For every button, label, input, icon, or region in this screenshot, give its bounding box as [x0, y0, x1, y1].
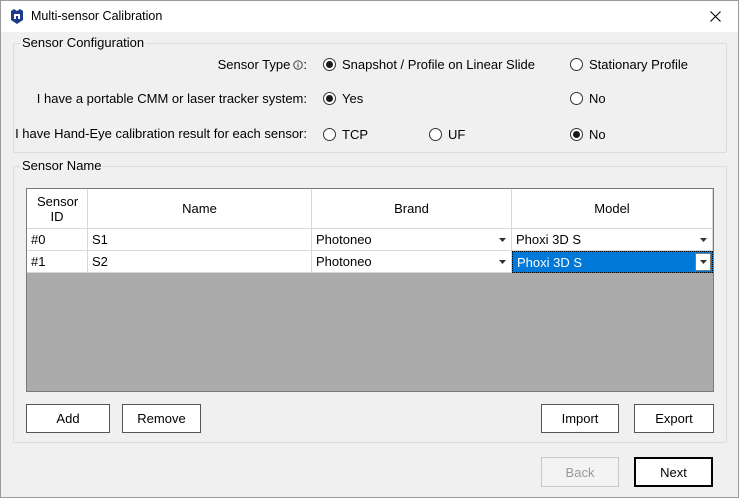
cell-sensor-id[interactable]: #0	[27, 229, 88, 251]
hand-eye-label: I have Hand-Eye calibration result for e…	[15, 126, 307, 141]
radio-indicator[interactable]	[570, 92, 583, 105]
import-button[interactable]: Import	[541, 404, 619, 433]
chevron-down-icon[interactable]	[494, 230, 510, 249]
radio-cmm-no[interactable]: No	[570, 91, 606, 106]
cell-sensor-id[interactable]: #1	[27, 251, 88, 273]
radio-hand-eye-uf[interactable]: UF	[429, 127, 465, 142]
cell-model-combo[interactable]: Phoxi 3D S	[512, 229, 713, 251]
chevron-down-icon[interactable]	[695, 253, 711, 271]
sensor-name-legend: Sensor Name	[20, 158, 104, 173]
radio-indicator-checked[interactable]	[323, 92, 336, 105]
radio-indicator[interactable]	[570, 58, 583, 71]
radio-hand-eye-no[interactable]: No	[570, 127, 606, 142]
column-header-name[interactable]: Name	[88, 189, 312, 229]
export-button[interactable]: Export	[634, 404, 714, 433]
radio-snapshot-profile-linear-slide[interactable]: Snapshot / Profile on Linear Slide	[323, 57, 535, 72]
radio-cmm-yes[interactable]: Yes	[323, 91, 363, 106]
sensor-configuration-legend: Sensor Configuration	[20, 35, 147, 50]
radio-indicator-checked[interactable]	[570, 128, 583, 141]
radio-indicator[interactable]	[323, 128, 336, 141]
back-button[interactable]: Back	[541, 457, 619, 487]
remove-button[interactable]: Remove	[122, 404, 201, 433]
dialog-window: Multi-sensor Calibration Sensor Configur…	[0, 0, 739, 498]
column-header-model[interactable]: Model	[512, 189, 713, 229]
column-header-brand[interactable]: Brand	[312, 189, 512, 229]
window-title: Multi-sensor Calibration	[31, 9, 163, 23]
table-row[interactable]: #0 S1 Photoneo Phoxi 3D S	[27, 229, 713, 251]
cell-name[interactable]: S1	[88, 229, 312, 251]
app-logo-icon	[11, 9, 23, 24]
radio-indicator[interactable]	[429, 128, 442, 141]
radio-stationary-profile[interactable]: Stationary Profile	[570, 57, 688, 72]
radio-indicator-checked[interactable]	[323, 58, 336, 71]
chevron-down-icon[interactable]	[494, 252, 510, 271]
table-header: Sensor ID Name Brand Model	[27, 189, 713, 229]
add-button[interactable]: Add	[26, 404, 110, 433]
close-icon[interactable]	[709, 11, 721, 22]
cell-brand-combo[interactable]: Photoneo	[312, 251, 512, 273]
cmm-label: I have a portable CMM or laser tracker s…	[36, 91, 307, 106]
sensor-type-label: Sensor Type:	[217, 57, 307, 72]
info-icon[interactable]	[293, 59, 304, 70]
close-button[interactable]	[692, 1, 738, 32]
cell-brand-combo[interactable]: Photoneo	[312, 229, 512, 251]
chevron-down-icon[interactable]	[695, 230, 711, 249]
cell-model-combo-selected[interactable]: Phoxi 3D S	[512, 251, 713, 273]
radio-hand-eye-tcp[interactable]: TCP	[323, 127, 368, 142]
column-header-sensor-id[interactable]: Sensor ID	[27, 189, 88, 229]
table-row[interactable]: #1 S2 Photoneo Phoxi 3D S	[27, 251, 713, 273]
title-bar: Multi-sensor Calibration	[1, 1, 738, 32]
cell-name[interactable]: S2	[88, 251, 312, 273]
next-button[interactable]: Next	[634, 457, 713, 487]
sensor-table[interactable]: Sensor ID Name Brand Model #0 S1 Photone…	[26, 188, 714, 392]
